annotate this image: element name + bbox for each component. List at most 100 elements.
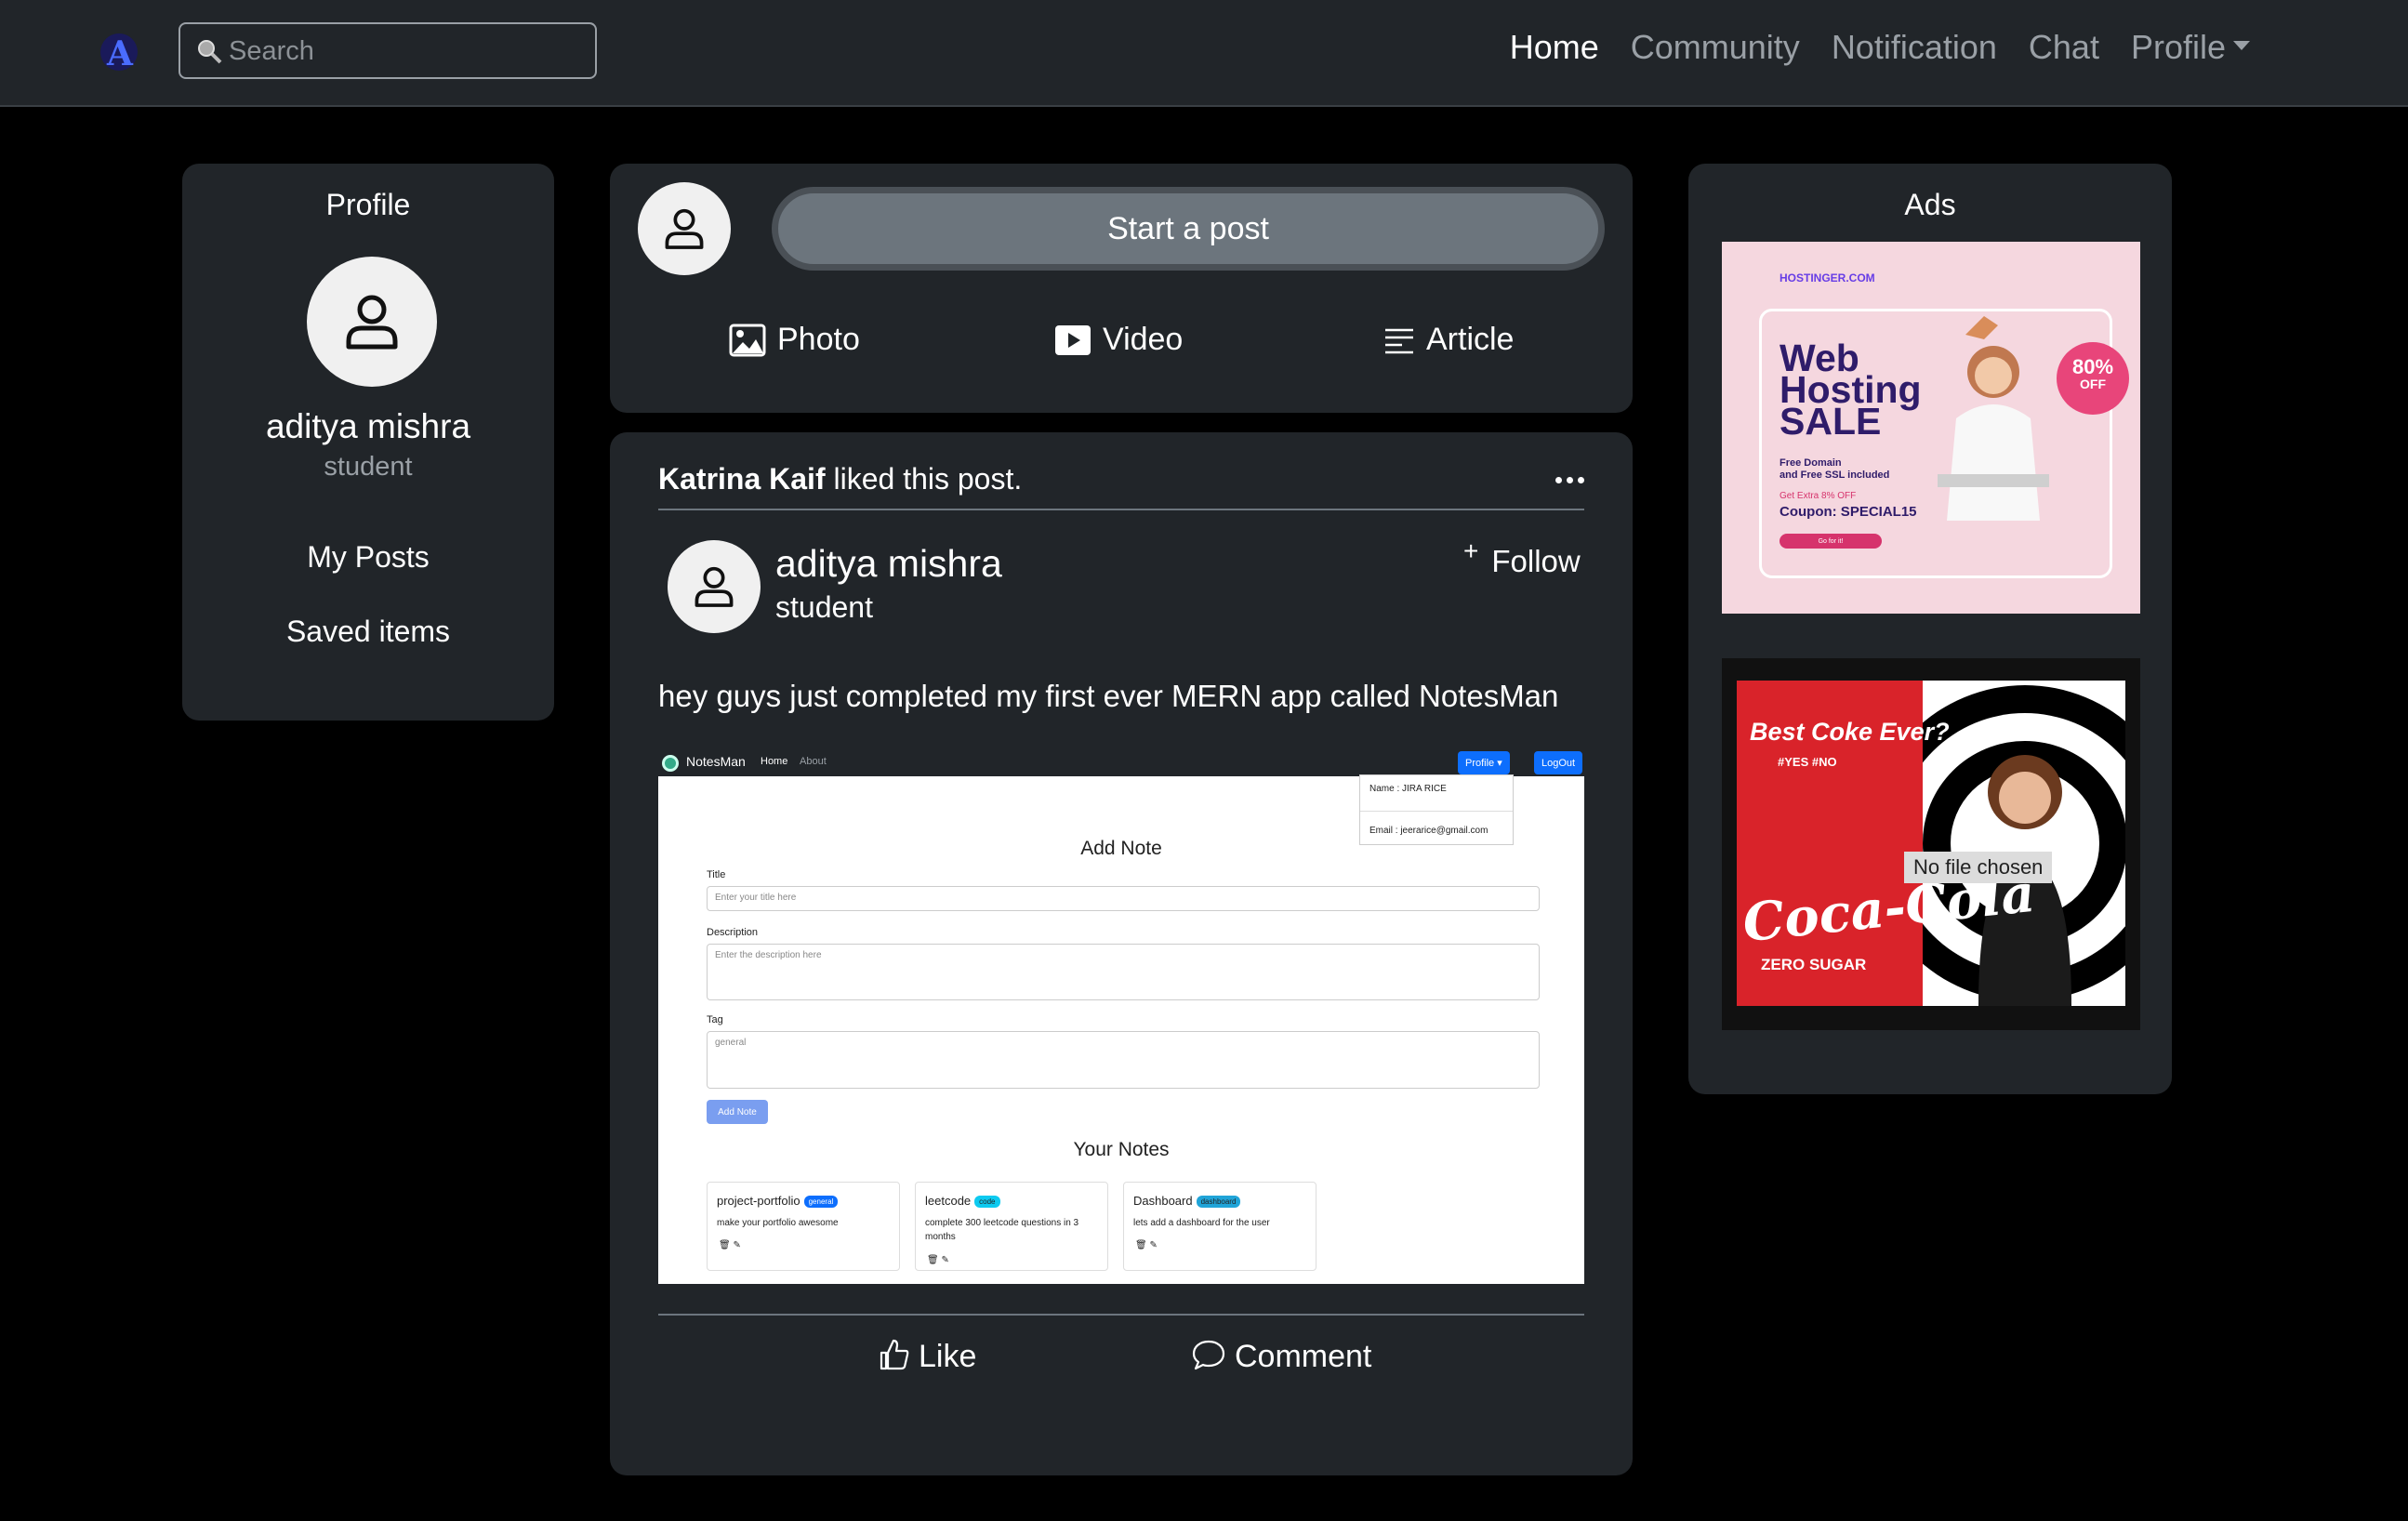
ad-cta-button: Go for it! [1780, 534, 1882, 549]
trash-edit-icons: 🗑 ✎ [1135, 1240, 1158, 1250]
coke-hashtags: #YES #NO [1778, 755, 1837, 769]
svg-text:A: A [106, 34, 134, 73]
coke-headline: Best Coke Ever? [1750, 718, 1950, 746]
nav-chat[interactable]: Chat [2029, 28, 2099, 67]
photo-button[interactable]: Photo [729, 322, 860, 358]
video-label: Video [1103, 322, 1184, 357]
like-label: Like [919, 1339, 977, 1374]
main-nav: Home Community Notification Chat Profile [1510, 28, 2250, 67]
trash-edit-icons: 🗑 ✎ [719, 1240, 741, 1250]
my-posts-link[interactable]: My Posts [182, 540, 554, 575]
shot-logout-button: LogOut [1534, 751, 1583, 774]
ad-subline: Free Domain and Free SSL included [1780, 457, 1890, 481]
liker-name[interactable]: Katrina Kaif [658, 462, 826, 496]
hostinger-brand: HOSTINGER.COM [1780, 271, 1875, 284]
liked-text: liked this post. [833, 462, 1023, 496]
search-box[interactable] [179, 22, 597, 79]
ads-title: Ads [1904, 188, 1956, 221]
note-title: leetcode [925, 1194, 972, 1208]
image-icon [729, 324, 766, 356]
author-avatar[interactable] [668, 540, 761, 633]
shot-note-card: leetcode code complete 300 leetcode quest… [915, 1182, 1108, 1271]
woman-with-laptop-image [1938, 316, 2049, 521]
shot-profile-button: Profile ▾ [1458, 751, 1510, 774]
comment-label: Comment [1235, 1339, 1372, 1374]
trash-edit-icons: 🗑 ✎ [927, 1255, 949, 1265]
nav-notification[interactable]: Notification [1832, 28, 1997, 67]
follow-button[interactable]: + Follow [1463, 536, 1581, 579]
shot-desc-label: Description [707, 927, 759, 938]
comment-button[interactable]: Comment [1192, 1339, 1371, 1375]
profile-card-title: Profile [325, 188, 411, 221]
avatar[interactable] [638, 182, 731, 275]
coca-cola-ad[interactable]: Best Coke Ever? #YES #NO Coca-Cola ZERO … [1722, 658, 2140, 1030]
post-author-name[interactable]: aditya mishra [775, 542, 1002, 586]
ads-card: Ads HOSTINGER.COM Web Hosting SALE Free … [1688, 164, 2172, 1094]
top-navbar: A Home Community Notification Chat Profi… [0, 0, 2408, 107]
profile-card: Profile aditya mishra student My Posts S… [182, 164, 554, 721]
ad-headline: Web Hosting SALE [1780, 337, 1922, 443]
article-icon [1385, 328, 1413, 353]
shot-your-notes-heading: Your Notes [1073, 1139, 1170, 1160]
user-icon [665, 208, 704, 249]
avatar[interactable] [307, 257, 437, 387]
saved-items-link[interactable]: Saved items [182, 615, 554, 649]
ad-extra: Get Extra 8% OFF [1780, 491, 1857, 501]
search-input[interactable] [229, 32, 582, 71]
shot-brand: NotesMan [686, 754, 746, 769]
shot-dd-name: Name : JIRA RICE [1369, 784, 1447, 794]
article-label: Article [1426, 322, 1515, 357]
discount-badge: 80% OFF [2057, 342, 2129, 415]
profile-name: aditya mishra [265, 407, 471, 445]
user-icon [695, 566, 734, 607]
shot-note-card: project-portfolio general make your portf… [707, 1182, 900, 1271]
note-desc: lets add a dashboard for the user [1133, 1218, 1270, 1228]
shot-title-field: Enter your title here [707, 886, 1540, 911]
user-icon [346, 295, 398, 350]
post-image[interactable]: NotesMan Home About Profile ▾ LogOut Nam… [658, 748, 1584, 1284]
profile-role: student [324, 452, 413, 482]
notesman-logo-icon [662, 755, 679, 772]
shot-note-card: Dashboard dashboard lets add a dashboard … [1123, 1182, 1316, 1271]
nav-profile-dropdown[interactable]: Profile [2131, 28, 2250, 67]
video-button[interactable]: Video [1054, 322, 1183, 358]
caret-down-icon [2233, 41, 2250, 51]
ad-spiral-panel [1923, 681, 2125, 1006]
article-button[interactable]: Article [1383, 322, 1514, 358]
divider [658, 509, 1584, 510]
app-logo[interactable]: A [97, 30, 141, 74]
hostinger-ad[interactable]: HOSTINGER.COM Web Hosting SALE Free Doma… [1722, 242, 2140, 614]
shot-tag-field: general [707, 1031, 1540, 1089]
divider [658, 1314, 1584, 1316]
nav-home[interactable]: Home [1510, 28, 1599, 67]
note-tag: dashboard [1196, 1196, 1241, 1209]
plus-icon: + [1463, 536, 1479, 565]
ad-coupon: Coupon: SPECIAL15 [1780, 504, 1917, 520]
post-author-role: student [775, 590, 873, 624]
feed-post: Katrina Kaif liked this post. aditya mis… [610, 432, 1633, 1475]
note-desc: make your portfolio awesome [717, 1218, 839, 1228]
shot-navbar: NotesMan Home About Profile ▾ LogOut [658, 748, 1584, 776]
shot-profile-dropdown: Name : JIRA RICE Email : jeerarice@gmail… [1359, 774, 1514, 845]
note-tag: general [803, 1196, 839, 1209]
file-input-status[interactable]: No file chosen [1904, 852, 2053, 883]
more-options-icon[interactable] [1555, 477, 1584, 483]
like-button[interactable]: Like [880, 1339, 976, 1375]
shot-tag-label: Tag [707, 1014, 723, 1025]
note-title: Dashboard [1133, 1194, 1193, 1208]
shot-nav-home: Home [761, 756, 788, 767]
thumbs-up-icon [880, 1339, 909, 1370]
start-post-button[interactable]: Start a post [772, 187, 1605, 271]
post-composer: Start a post Photo Video Article [610, 164, 1633, 413]
coke-variant: ZERO SUGAR [1761, 956, 1867, 973]
activity-line: Katrina Kaif liked this post. [658, 462, 1022, 496]
shot-desc-field: Enter the description here [707, 944, 1540, 1000]
shot-dd-email: Email : jeerarice@gmail.com [1369, 826, 1488, 836]
nav-community[interactable]: Community [1631, 28, 1800, 67]
play-icon [1055, 324, 1091, 355]
shot-title-label: Title [707, 869, 726, 880]
nav-profile-label: Profile [2130, 28, 2226, 66]
search-icon [198, 40, 222, 64]
shot-add-note-heading: Add Note [1080, 838, 1162, 859]
note-title: project-portfolio [717, 1194, 800, 1208]
